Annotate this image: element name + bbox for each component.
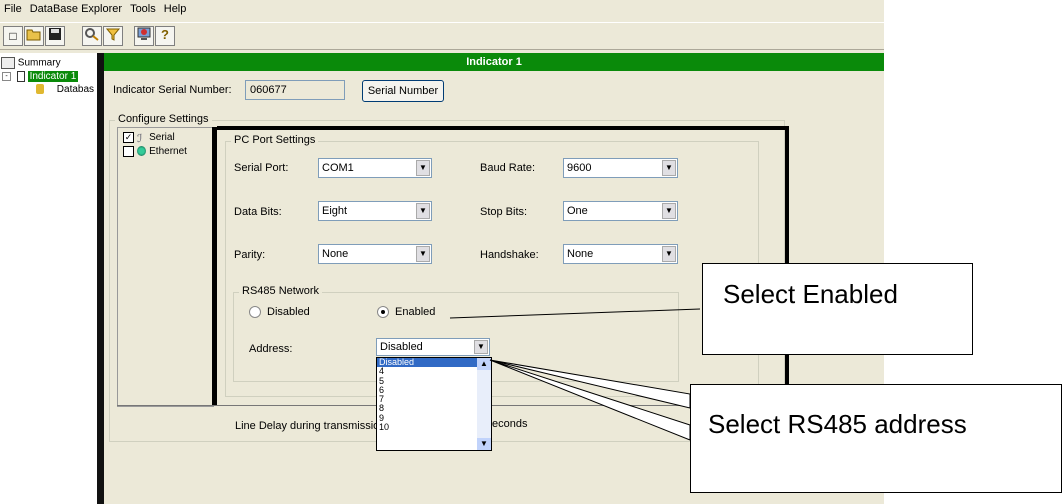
callout-select-enabled: Select Enabled (702, 263, 973, 355)
callout-select-address: Select RS485 address (690, 384, 1062, 493)
